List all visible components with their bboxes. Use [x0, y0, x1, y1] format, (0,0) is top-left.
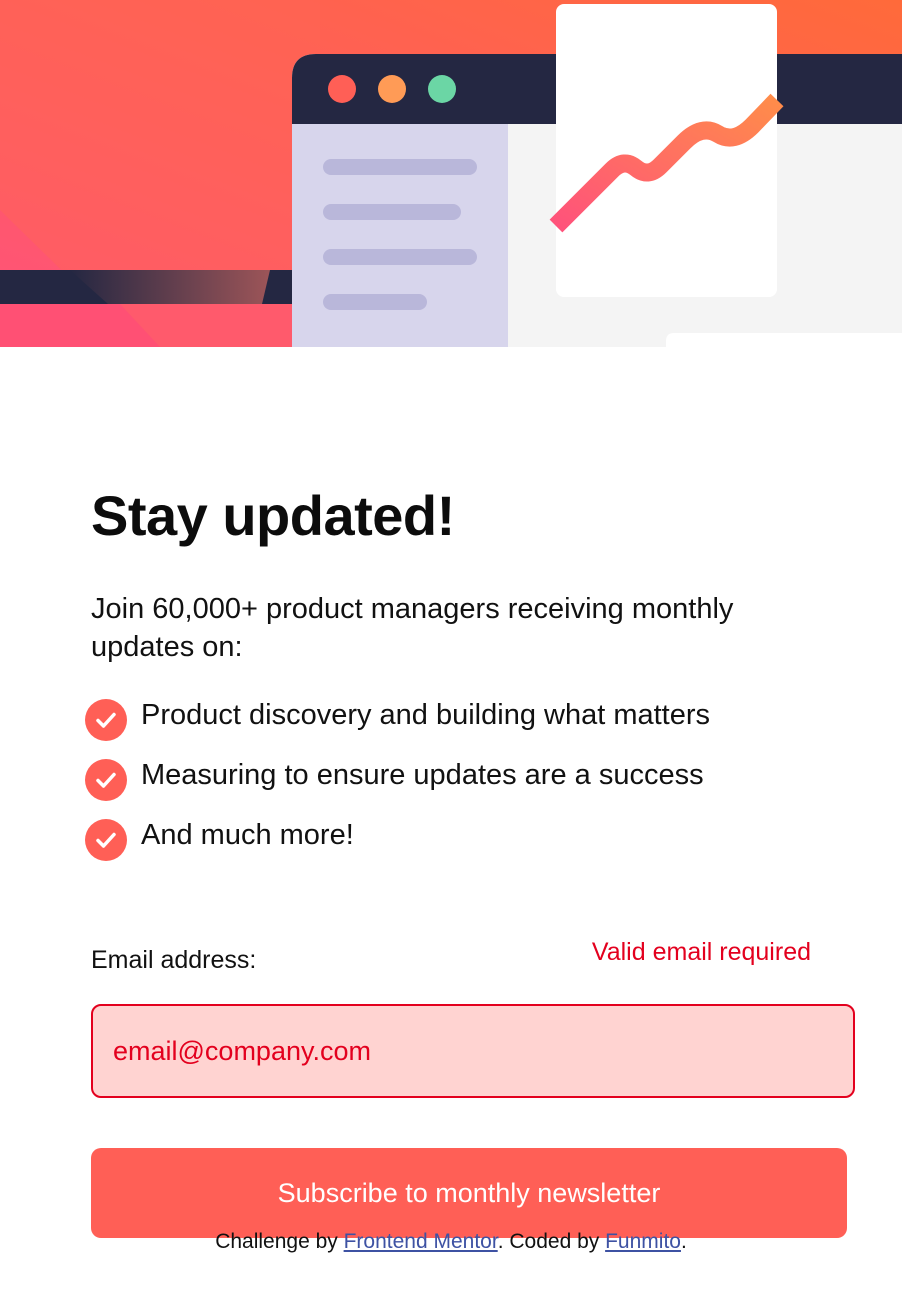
- check-circle-icon: [85, 819, 127, 861]
- frontend-mentor-link[interactable]: Frontend Mentor: [344, 1230, 498, 1253]
- hero-illustration: [0, 0, 902, 347]
- signup-form: Email address: Valid email required Subs…: [91, 936, 855, 1238]
- window-dot-green-icon: [428, 75, 456, 103]
- feature-list: Product discovery and building what matt…: [85, 699, 855, 880]
- feature-text: Measuring to ensure updates are a succes…: [141, 759, 704, 791]
- author-link[interactable]: Funmito: [605, 1230, 681, 1253]
- check-circle-icon: [85, 699, 127, 741]
- dashboard-growth-illustration: [0, 0, 902, 347]
- email-input[interactable]: [91, 1004, 855, 1098]
- attribution-prefix: Challenge by: [215, 1230, 344, 1253]
- window-dot-red-icon: [328, 75, 356, 103]
- form-header: Email address: Valid email required: [91, 936, 855, 976]
- window-dot-orange-icon: [378, 75, 406, 103]
- page-title: Stay updated!: [91, 484, 455, 547]
- subscribe-button[interactable]: Subscribe to monthly newsletter: [91, 1148, 847, 1238]
- page: Stay updated! Join 60,000+ product manag…: [0, 0, 902, 1312]
- attribution-middle: . Coded by: [497, 1230, 606, 1253]
- feature-text: Product discovery and building what matt…: [141, 699, 711, 731]
- check-circle-icon: [85, 759, 127, 801]
- intro-text: Join 60,000+ product managers receiving …: [91, 593, 734, 663]
- email-error-message: Valid email required: [591, 938, 811, 966]
- email-label: Email address:: [91, 946, 257, 974]
- attribution-suffix: .: [680, 1230, 687, 1253]
- signup-content: Stay updated! Join 60,000+ product manag…: [85, 480, 855, 1238]
- feature-text: And much more!: [141, 819, 354, 851]
- attribution: Challenge by Frontend Mentor. Coded by F…: [0, 1228, 902, 1256]
- list-item: And much more!: [85, 819, 855, 880]
